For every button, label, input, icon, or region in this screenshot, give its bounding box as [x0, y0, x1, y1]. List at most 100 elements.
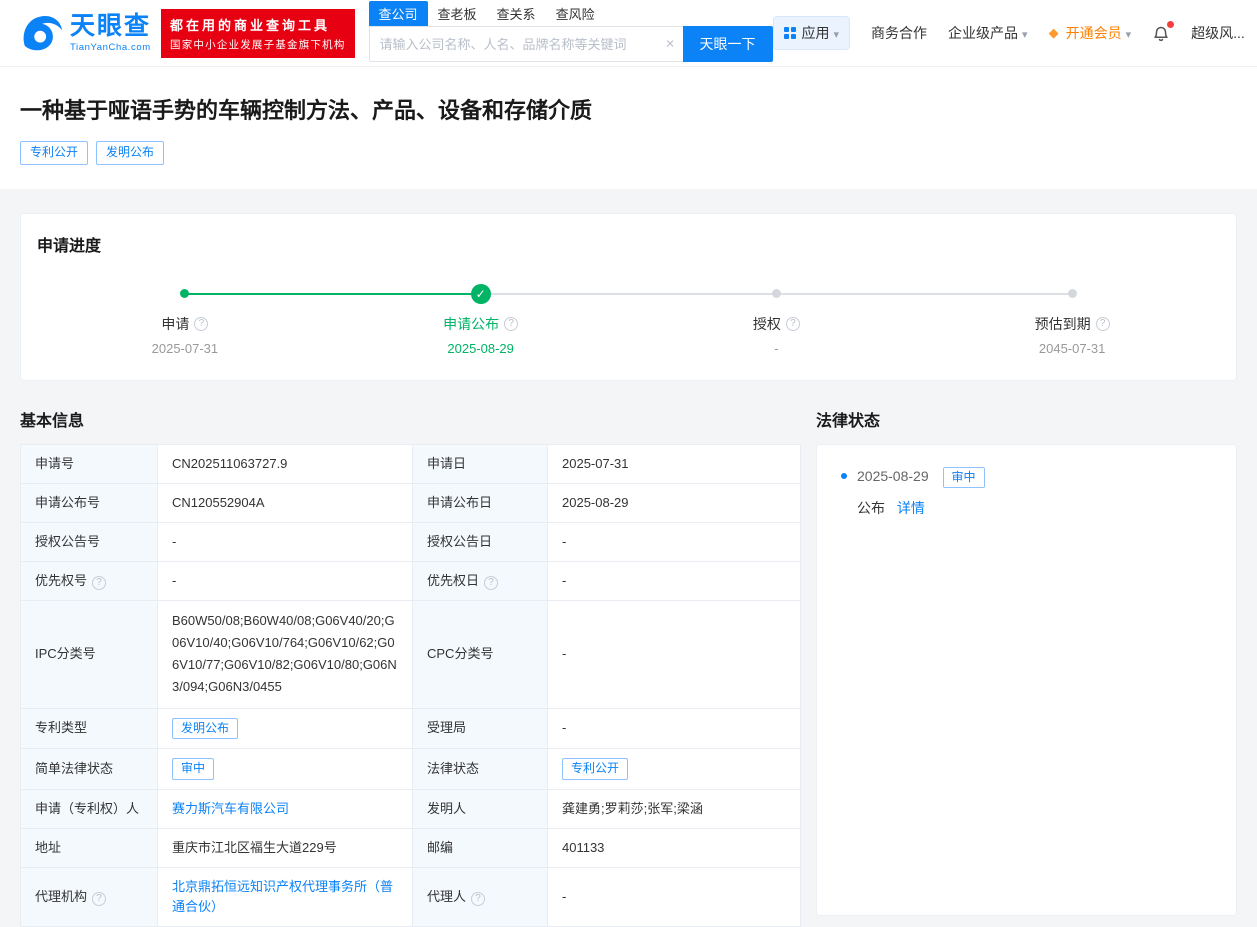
search-tabs: 查公司 查老板 查关系 查风险 — [368, 1, 773, 26]
legal-status-item: 2025-08-29 审中 公布 详情 — [841, 466, 1212, 519]
check-icon — [470, 283, 491, 304]
logo-domain: TianYanCha.com — [70, 41, 151, 53]
logo-text: 天眼查 — [70, 11, 152, 40]
tianyancha-logo-icon — [20, 13, 64, 53]
basic-info-table: 申请号 CN202511063727.9 申请日 2025-07-31 申请公布… — [20, 443, 801, 927]
field-value: CN120552904A — [172, 494, 265, 510]
table-row: 代理机构 北京鼎拓恒远知识产权代理事务所（普通合伙） 代理人 - — [20, 866, 801, 927]
top-nav: 应用 商务合作 企业级产品 开通会员 超级风... — [772, 16, 1245, 50]
search-button[interactable]: 天眼一下 — [682, 26, 773, 62]
inventors-value: 龚建勇;罗莉莎;张军;梁涵 — [562, 800, 703, 816]
timeline-step-expiry: 预估到期 2045-07-31 — [776, 284, 1220, 356]
help-icon[interactable] — [1095, 316, 1110, 331]
legal-action-label: 公布 — [857, 500, 885, 517]
field-label: 法律状态 — [427, 760, 480, 776]
timeline-connector — [776, 292, 1073, 295]
step-dot-done — [180, 289, 190, 299]
chevron-down-icon — [1122, 25, 1132, 41]
field-value: - — [562, 573, 567, 589]
chevron-down-icon — [830, 25, 840, 41]
main-content: 基本信息 申请号 CN202511063727.9 申请日 2025-07-31… — [20, 407, 1237, 927]
nav-apps[interactable]: 应用 — [772, 16, 851, 50]
help-icon[interactable] — [504, 316, 519, 331]
nav-apps-label: 应用 — [801, 25, 830, 41]
legal-detail-link[interactable]: 详情 — [897, 500, 925, 516]
patent-title-section: 一种基于哑语手势的车辆控制方法、产品、设备和存储介质 专利公开 发明公布 — [0, 67, 1257, 189]
field-label: 申请公布日 — [427, 494, 493, 510]
table-row: IPC分类号 B60W50/08;B60W40/08;G06V40/20;G06… — [20, 600, 801, 709]
step-date: 2025-08-29 — [447, 340, 514, 356]
ipc-classification-value: B60W50/08;B60W40/08;G06V40/20;G06V10/40;… — [172, 613, 397, 695]
title-tags: 专利公开 发明公布 — [20, 141, 1237, 165]
tab-search-company[interactable]: 查公司 — [368, 1, 428, 26]
simple-legal-status-tag: 审中 — [172, 758, 215, 780]
agency-link[interactable]: 北京鼎拓恒远知识产权代理事务所（普通合伙） — [172, 879, 393, 914]
help-icon[interactable] — [484, 576, 499, 591]
field-label: 授权公告号 — [35, 533, 101, 549]
search-input[interactable] — [368, 26, 683, 62]
header: 天眼查 TianYanCha.com 都在用的商业查询工具 国家中小企业发展子基… — [0, 0, 1257, 67]
field-value: - — [562, 720, 567, 736]
search-block: 查公司 查老板 查关系 查风险 × 天眼一下 — [368, 1, 773, 62]
field-label: 优先权日 — [427, 573, 480, 589]
clear-icon[interactable]: × — [666, 36, 675, 53]
nav-vip[interactable]: 开通会员 — [1049, 23, 1132, 43]
field-value: CN202511063727.9 — [172, 455, 288, 471]
help-icon[interactable] — [194, 316, 209, 331]
legal-status-heading: 法律状态 — [816, 412, 881, 430]
legal-date: 2025-08-29 — [857, 467, 929, 484]
notification-bell[interactable] — [1152, 20, 1175, 43]
step-date: - — [774, 340, 779, 356]
help-icon[interactable] — [92, 892, 107, 907]
help-icon[interactable] — [471, 892, 486, 907]
field-label: 简单法律状态 — [35, 760, 114, 776]
step-dot-pending — [771, 289, 781, 299]
nav-enterprise-label: 企业级产品 — [948, 25, 1019, 41]
field-label: 申请（专利权）人 — [35, 800, 140, 816]
field-value: - — [172, 533, 177, 549]
badge-line2: 国家中小企业发展子基金旗下机构 — [170, 38, 346, 51]
help-icon[interactable] — [92, 576, 107, 591]
basic-info-heading: 基本信息 — [20, 412, 85, 430]
page: { "header": { "logo": { "name": "天眼查", "… — [0, 0, 1257, 927]
logo[interactable]: 天眼查 TianYanCha.com — [20, 13, 151, 53]
notification-dot — [1167, 20, 1175, 28]
nav-cooperation[interactable]: 商务合作 — [871, 23, 927, 43]
field-label: 邮编 — [427, 839, 454, 855]
table-row: 申请（专利权）人 赛力斯汽车有限公司 发明人 龚建勇;罗莉莎;张军;梁涵 — [20, 788, 801, 829]
postcode-value: 401133 — [562, 839, 605, 855]
field-label: 申请号 — [35, 455, 75, 471]
step-label: 预估到期 — [1034, 315, 1091, 332]
nav-vip-label: 开通会员 — [1065, 25, 1122, 41]
bullet-icon — [841, 472, 847, 479]
chevron-down-icon — [1018, 25, 1028, 41]
applicant-link[interactable]: 赛力斯汽车有限公司 — [172, 801, 289, 816]
timeline-connector — [480, 292, 777, 295]
nav-super-risk[interactable]: 超级风... — [1191, 23, 1245, 43]
apps-grid-icon — [783, 27, 796, 39]
tab-search-risk[interactable]: 查风险 — [546, 1, 605, 26]
step-date: 2045-07-31 — [1038, 340, 1106, 356]
table-row: 简单法律状态 审中 法律状态 专利公开 — [20, 748, 801, 790]
field-value: - — [562, 889, 567, 905]
step-dot-pending — [1067, 289, 1077, 299]
legal-status-section: 法律状态 2025-08-29 审中 公布 详情 — [816, 407, 1237, 916]
step-label: 申请公布 — [443, 315, 500, 332]
table-row: 地址 重庆市江北区福生大道229号 邮编 401133 — [20, 827, 801, 869]
field-label: 优先权号 — [35, 573, 88, 589]
table-row: 优先权号 - 优先权日 - — [20, 561, 801, 602]
tab-search-boss[interactable]: 查老板 — [428, 1, 487, 26]
nav-enterprise[interactable]: 企业级产品 — [948, 23, 1028, 43]
step-label: 授权 — [752, 315, 781, 332]
field-label: 代理人 — [427, 889, 467, 905]
help-icon[interactable] — [785, 316, 800, 331]
legal-status-card: 2025-08-29 审中 公布 详情 — [816, 443, 1237, 916]
table-row: 申请公布号 CN120552904A 申请公布日 2025-08-29 — [20, 482, 801, 523]
field-value: - — [172, 573, 177, 589]
field-label: CPC分类号 — [427, 646, 494, 662]
field-label: 授权公告日 — [427, 533, 493, 549]
field-label: IPC分类号 — [35, 646, 96, 662]
progress-heading: 申请进度 — [37, 237, 102, 255]
address-value: 重庆市江北区福生大道229号 — [172, 839, 337, 855]
tab-search-relation[interactable]: 查关系 — [487, 1, 546, 26]
